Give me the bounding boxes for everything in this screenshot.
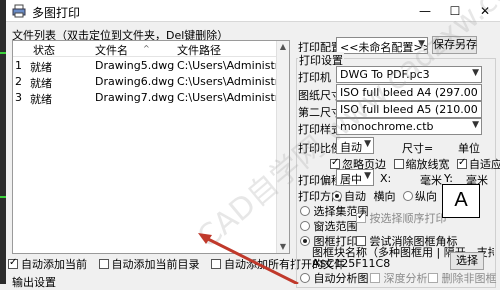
file-list-table[interactable]: 状态 文件名 ^ 文件路径 1 就绪 Drawing5.dwg C:\Users… — [12, 40, 290, 254]
frame-block-name-input[interactable]: A$C125F11C8 — [312, 257, 390, 270]
row-index: 1 — [15, 59, 22, 72]
output-settings-label: 输出设置 — [12, 276, 56, 289]
keep-order-option[interactable]: 按选择顺序打印 — [356, 210, 447, 226]
print-config-select[interactable]: <<未命名配置>> ▼ — [336, 37, 428, 54]
row-path: C:\Users\Administr — [177, 75, 277, 88]
window-title: 多图打印 — [32, 6, 81, 20]
fit-paper-label: 自适应图纸 — [469, 158, 500, 171]
deep-analyze-checkbox[interactable] — [370, 273, 380, 283]
direction-auto-radio[interactable] — [332, 191, 342, 201]
direction-portrait-radio[interactable] — [403, 191, 413, 201]
column-path[interactable]: 文件路径 — [177, 42, 221, 58]
sort-arrow-icon: ^ — [143, 44, 150, 53]
fit-paper-checkbox[interactable] — [457, 157, 467, 169]
offset-x-label: X: — [380, 172, 392, 185]
print-scale-select[interactable]: 自动 ▼ — [336, 137, 374, 154]
auto-add-current-checkbox[interactable] — [8, 257, 18, 269]
close-button[interactable]: ✕ — [470, 0, 500, 22]
title-bar: 多图打印 — ☐ ✕ — [6, 0, 500, 22]
shrink-line-checkbox[interactable] — [393, 159, 404, 169]
auto-split-label: 自动分析图 — [313, 272, 369, 285]
annotation-label-box: A — [442, 184, 480, 218]
row-filename: Drawing6.dwg — [95, 75, 175, 88]
auto-add-current-label: 自动添加当前 — [21, 258, 87, 271]
row-index: 3 — [15, 91, 22, 104]
vertical-scrollbar[interactable]: ▲ ▼ — [276, 41, 289, 253]
auto-add-current-dir-checkbox[interactable] — [98, 259, 109, 269]
maximize-button[interactable]: ☐ — [440, 0, 470, 22]
second-size-select[interactable]: ISO full bleed A5 (210.00 x 14 — [336, 101, 482, 118]
column-filename[interactable]: 文件名 — [95, 42, 128, 58]
ignore-margin-checkbox[interactable] — [330, 157, 340, 169]
delete-cover-checkbox[interactable] — [428, 273, 438, 283]
select-set-radio[interactable] — [300, 206, 310, 216]
direction-landscape-label[interactable]: 横向 — [374, 190, 396, 203]
row-path: C:\Users\Administr — [177, 91, 277, 104]
background-app-strip — [0, 0, 6, 284]
size-equals-label: 尺寸= — [402, 142, 434, 155]
deep-analyze-label: 深度分析 — [383, 272, 428, 285]
direction-options: 自动 横向 纵向 — [332, 188, 437, 204]
printer-select[interactable]: DWG To PDF.pc3 ▼ — [336, 66, 482, 83]
table-row[interactable]: 2 就绪 Drawing6.dwg C:\Users\Administr — [13, 74, 277, 90]
printer-app-icon — [12, 4, 26, 18]
delete-cover-label: 删除非图框 — [441, 272, 497, 285]
row-filename: Drawing7.dwg — [95, 91, 175, 104]
minimize-button[interactable]: — — [410, 0, 440, 22]
window-range-radio[interactable] — [300, 221, 310, 231]
paper-size-select[interactable]: ISO full bleed A4 (297.00 x 21 — [336, 84, 482, 101]
keep-order-checkbox[interactable] — [356, 211, 366, 223]
direction-portrait-label: 纵向 — [415, 190, 437, 203]
table-row[interactable]: 3 就绪 Drawing7.dwg C:\Users\Administr — [13, 90, 277, 106]
row-filename: Drawing5.dwg — [95, 59, 175, 72]
offset-x-unit: 毫米 — [420, 174, 442, 187]
shrink-line-label: 缩放线宽 — [405, 158, 450, 171]
select-button[interactable]: 选择 — [450, 252, 484, 270]
unit-label: 单位 — [458, 142, 480, 155]
column-status[interactable]: 状态 — [33, 42, 55, 58]
row-status: 就绪 — [30, 93, 52, 106]
row-status: 就绪 — [30, 61, 52, 74]
table-row[interactable]: 1 就绪 Drawing5.dwg C:\Users\Administr — [13, 58, 277, 74]
window-range-option[interactable]: 窗选范围 — [300, 218, 358, 234]
window-range-label: 窗选范围 — [313, 220, 358, 233]
printer-label: 打印机 — [298, 71, 331, 84]
row-index: 2 — [15, 75, 22, 88]
print-offset-select[interactable]: 居中 ▼ — [336, 169, 374, 186]
save-as-button[interactable]: 保存另存 — [432, 36, 477, 54]
auto-add-all-open-checkbox[interactable] — [211, 259, 221, 269]
keep-order-label: 按选择顺序打印 — [369, 212, 447, 225]
table-header: 状态 文件名 ^ 文件路径 — [13, 41, 277, 57]
auto-add-current-dir-label: 自动添加当前目录 — [111, 258, 200, 271]
print-style-select[interactable]: monochrome.ctb ▼ — [336, 118, 482, 135]
row-path: C:\Users\Administr — [177, 59, 277, 72]
scroll-up-icon[interactable]: ▲ — [277, 41, 289, 53]
scroll-down-icon[interactable]: ▼ — [277, 241, 289, 253]
direction-auto-label: 自动 — [344, 190, 366, 203]
row-status: 就绪 — [30, 77, 52, 90]
auto-split-radio[interactable] — [300, 273, 310, 283]
frame-print-radio[interactable] — [300, 236, 310, 246]
